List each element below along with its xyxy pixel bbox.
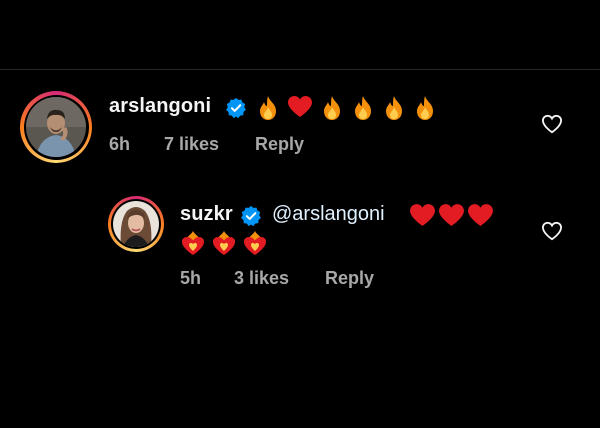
reply-button[interactable]: Reply [255, 134, 304, 155]
comment-emojis-line2 [180, 229, 268, 257]
verified-badge-icon [226, 97, 246, 119]
like-heart-icon[interactable] [541, 114, 563, 134]
comment-time: 6h [109, 134, 131, 154]
fire-emoji-icon [355, 96, 371, 120]
top-divider [0, 69, 600, 70]
like-heart-icon[interactable] [541, 221, 563, 241]
profile-photo-suzkr [113, 201, 159, 247]
fire-emoji-icon [260, 96, 276, 120]
comment-time: 5h [180, 268, 202, 288]
red-heart-icon [288, 96, 312, 117]
heart-on-fire-icon [182, 231, 204, 255]
fire-emoji-icon [324, 96, 340, 120]
mention-link[interactable]: @arslangoni [272, 203, 385, 226]
likes-count-button[interactable]: 3 likes [234, 268, 289, 289]
fire-emoji-icon [417, 96, 433, 120]
red-heart-icon [410, 204, 435, 226]
avatar[interactable] [108, 196, 164, 252]
likes-count-button[interactable]: 7 likes [164, 134, 219, 155]
comment-emojis-line1 [409, 203, 494, 228]
heart-on-fire-icon [213, 231, 235, 255]
comment-username[interactable]: suzkr [180, 203, 233, 226]
reply-button[interactable]: Reply [325, 268, 374, 289]
profile-photo-arslangoni [26, 97, 86, 157]
heart-on-fire-icon [244, 231, 266, 255]
red-heart-icon [439, 204, 464, 226]
avatar[interactable] [20, 91, 92, 163]
fire-emoji-icon [386, 96, 402, 120]
red-heart-icon [468, 204, 493, 226]
comment-username[interactable]: arslangoni [109, 95, 211, 118]
verified-badge-icon [241, 205, 261, 227]
comment-emojis [256, 95, 437, 121]
